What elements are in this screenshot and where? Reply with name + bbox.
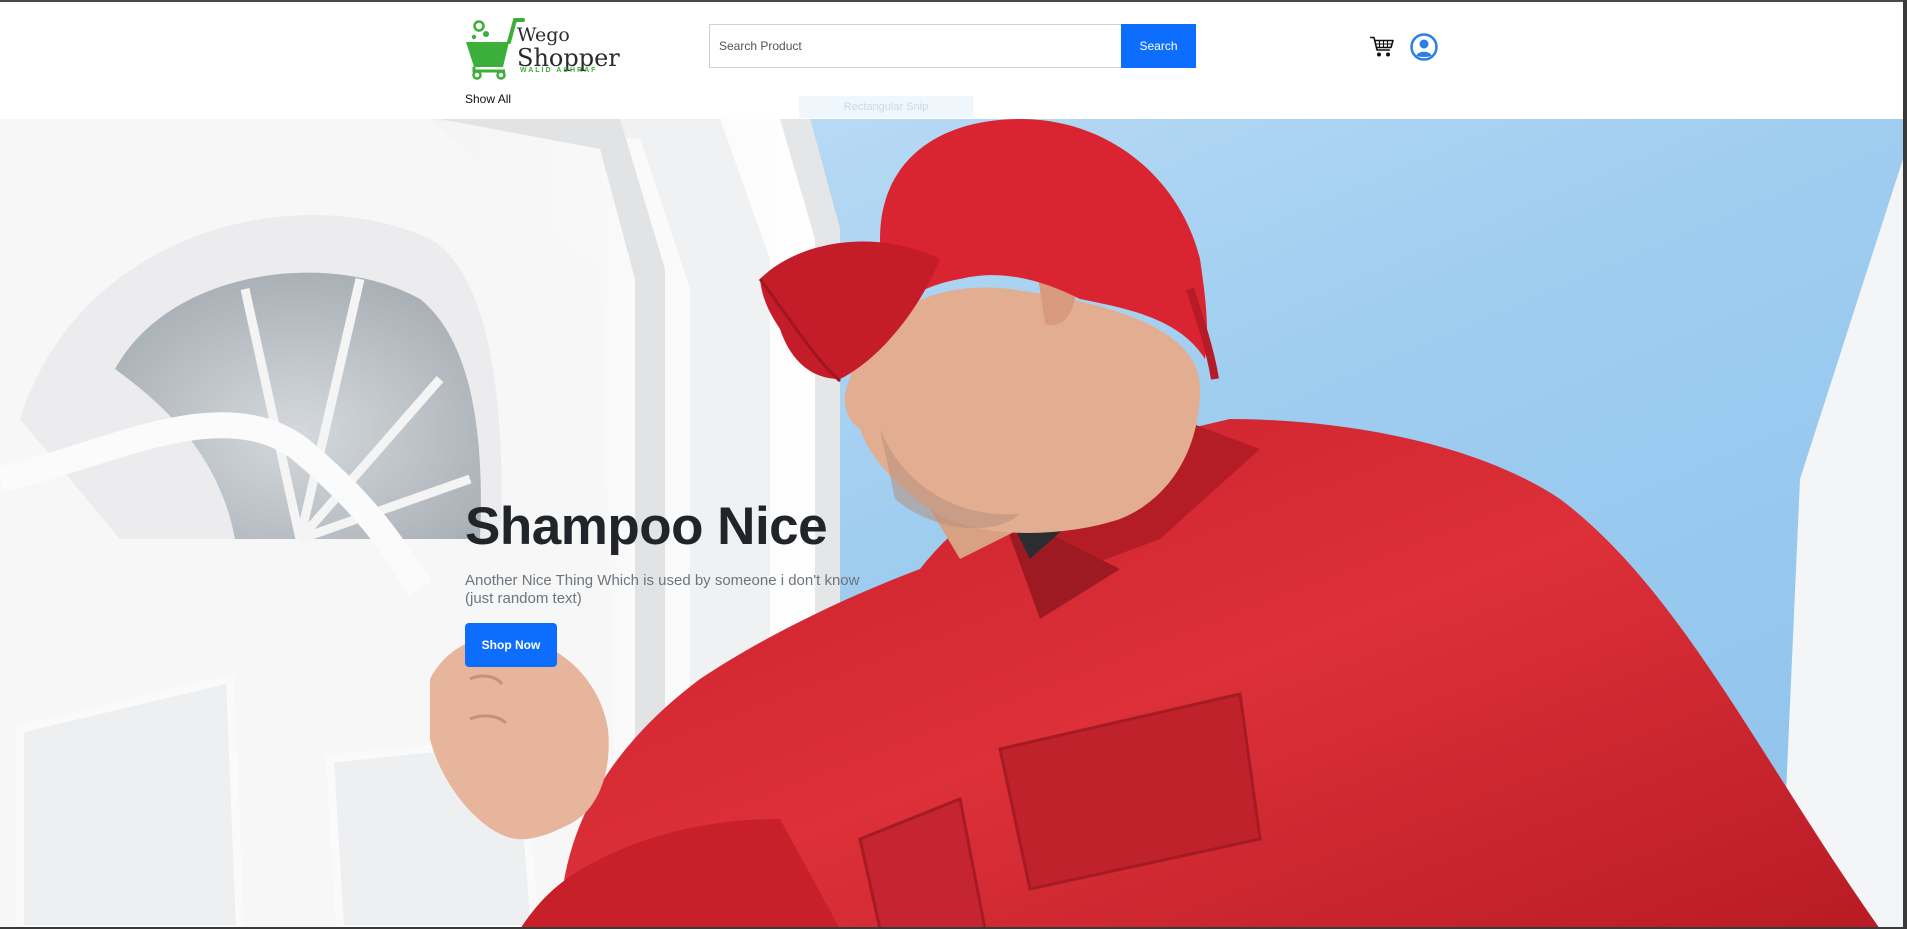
site-header: Wego Shopper WALID ASHRAF Search Show Al… <box>0 2 1903 119</box>
hero-title: Shampoo Nice <box>465 497 828 556</box>
snipping-tool-overlay: Rectangular Snip <box>799 96 973 118</box>
brand-tagline: WALID ASHRAF <box>520 67 598 74</box>
show-all-link[interactable]: Show All <box>465 92 511 106</box>
browser-viewport: Wego Shopper WALID ASHRAF Search Show Al… <box>0 0 1903 927</box>
brand-name-line1: Wego <box>517 24 570 46</box>
shop-now-button[interactable]: Shop Now <box>465 623 557 668</box>
brand-name: Wego Shopper <box>517 24 620 71</box>
brand-logo[interactable]: Wego Shopper WALID ASHRAF <box>465 14 620 80</box>
hero-banner: Shampoo Nice Another Nice Thing Which is… <box>0 119 1903 927</box>
cart-icon[interactable] <box>1370 36 1394 58</box>
user-profile-icon[interactable] <box>1410 33 1438 61</box>
hero-image <box>0 119 1903 927</box>
shopping-cart-logo-icon <box>466 18 525 80</box>
hero-subtitle: Another Nice Thing Which is used by some… <box>465 572 860 608</box>
hero-content: Shampoo Nice Another Nice Thing Which is… <box>465 497 885 668</box>
search-form: Search <box>709 24 1196 68</box>
search-button[interactable]: Search <box>1121 24 1196 68</box>
search-input[interactable] <box>709 24 1121 68</box>
